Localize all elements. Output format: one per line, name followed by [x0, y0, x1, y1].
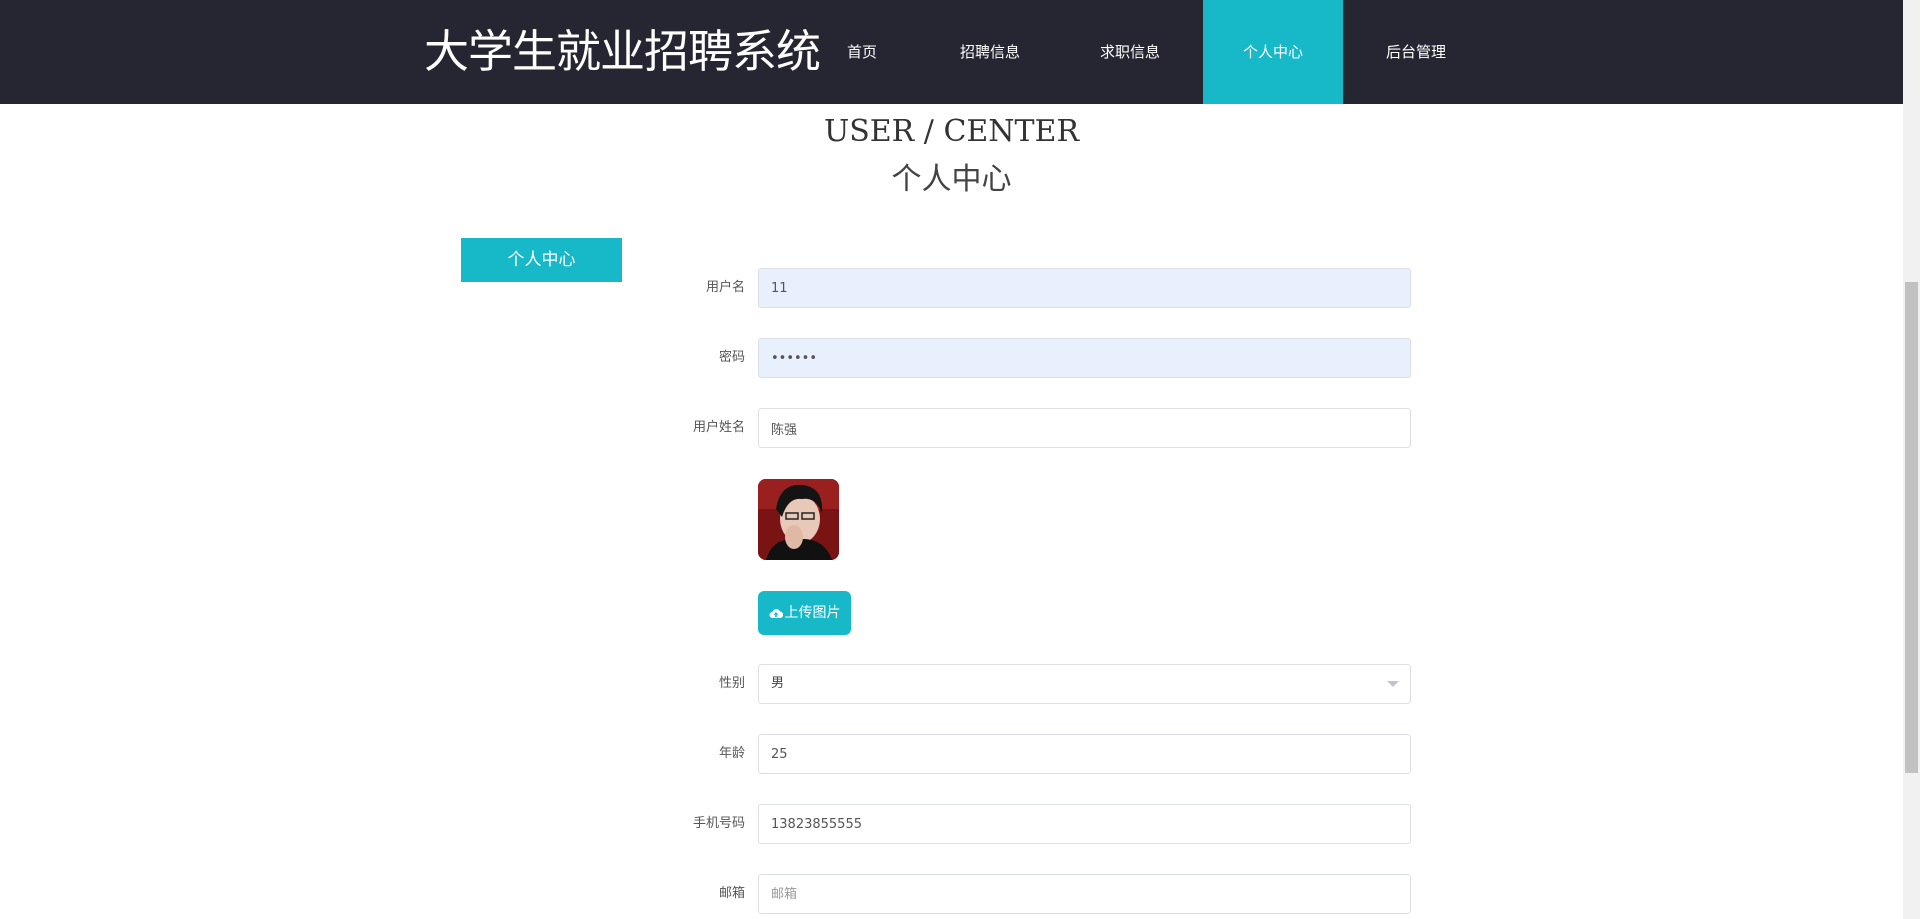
gender-select[interactable]: 男 [758, 664, 1411, 704]
site-title[interactable]: 大学生就业招聘系统 [424, 22, 821, 82]
password-label: 密码 [718, 350, 745, 365]
fullname-input[interactable] [758, 408, 1411, 448]
username-input[interactable] [758, 268, 1411, 308]
gender-label: 性别 [718, 676, 745, 691]
gender-selected-value[interactable]: 男 [758, 664, 1411, 704]
username-label: 用户名 [705, 280, 745, 295]
nav-admin[interactable]: 后台管理 [1366, 0, 1466, 104]
nav-job-postings[interactable]: 招聘信息 [940, 0, 1040, 104]
email-label: 邮箱 [718, 886, 745, 901]
avatar-photo [758, 479, 839, 560]
phone-input[interactable] [758, 804, 1411, 844]
page-title-english: USER / CENTER [823, 114, 1080, 149]
upload-image-button[interactable]: 上传图片 [758, 591, 851, 635]
upload-button-label: 上传图片 [784, 605, 841, 621]
scrollbar-thumb[interactable] [1905, 282, 1918, 773]
nav-home[interactable]: 首页 [822, 0, 902, 104]
password-input[interactable] [758, 338, 1411, 378]
nav-job-seeking[interactable]: 求职信息 [1080, 0, 1180, 104]
email-input[interactable] [758, 874, 1411, 914]
chevron-down-icon [1387, 681, 1399, 687]
age-label: 年龄 [718, 746, 745, 761]
avatar [758, 479, 839, 560]
page-title-chinese: 个人中心 [891, 162, 1012, 197]
top-navbar: 大学生就业招聘系统 首页 招聘信息 求职信息 个人中心 后台管理 [0, 0, 1903, 104]
fullname-label: 用户姓名 [692, 420, 745, 435]
nav-user-center[interactable]: 个人中心 [1203, 0, 1343, 104]
phone-label: 手机号码 [692, 816, 745, 831]
sidebar-tab-user-center[interactable]: 个人中心 [461, 238, 622, 282]
cloud-upload-icon [769, 609, 783, 618]
age-input[interactable] [758, 734, 1411, 774]
